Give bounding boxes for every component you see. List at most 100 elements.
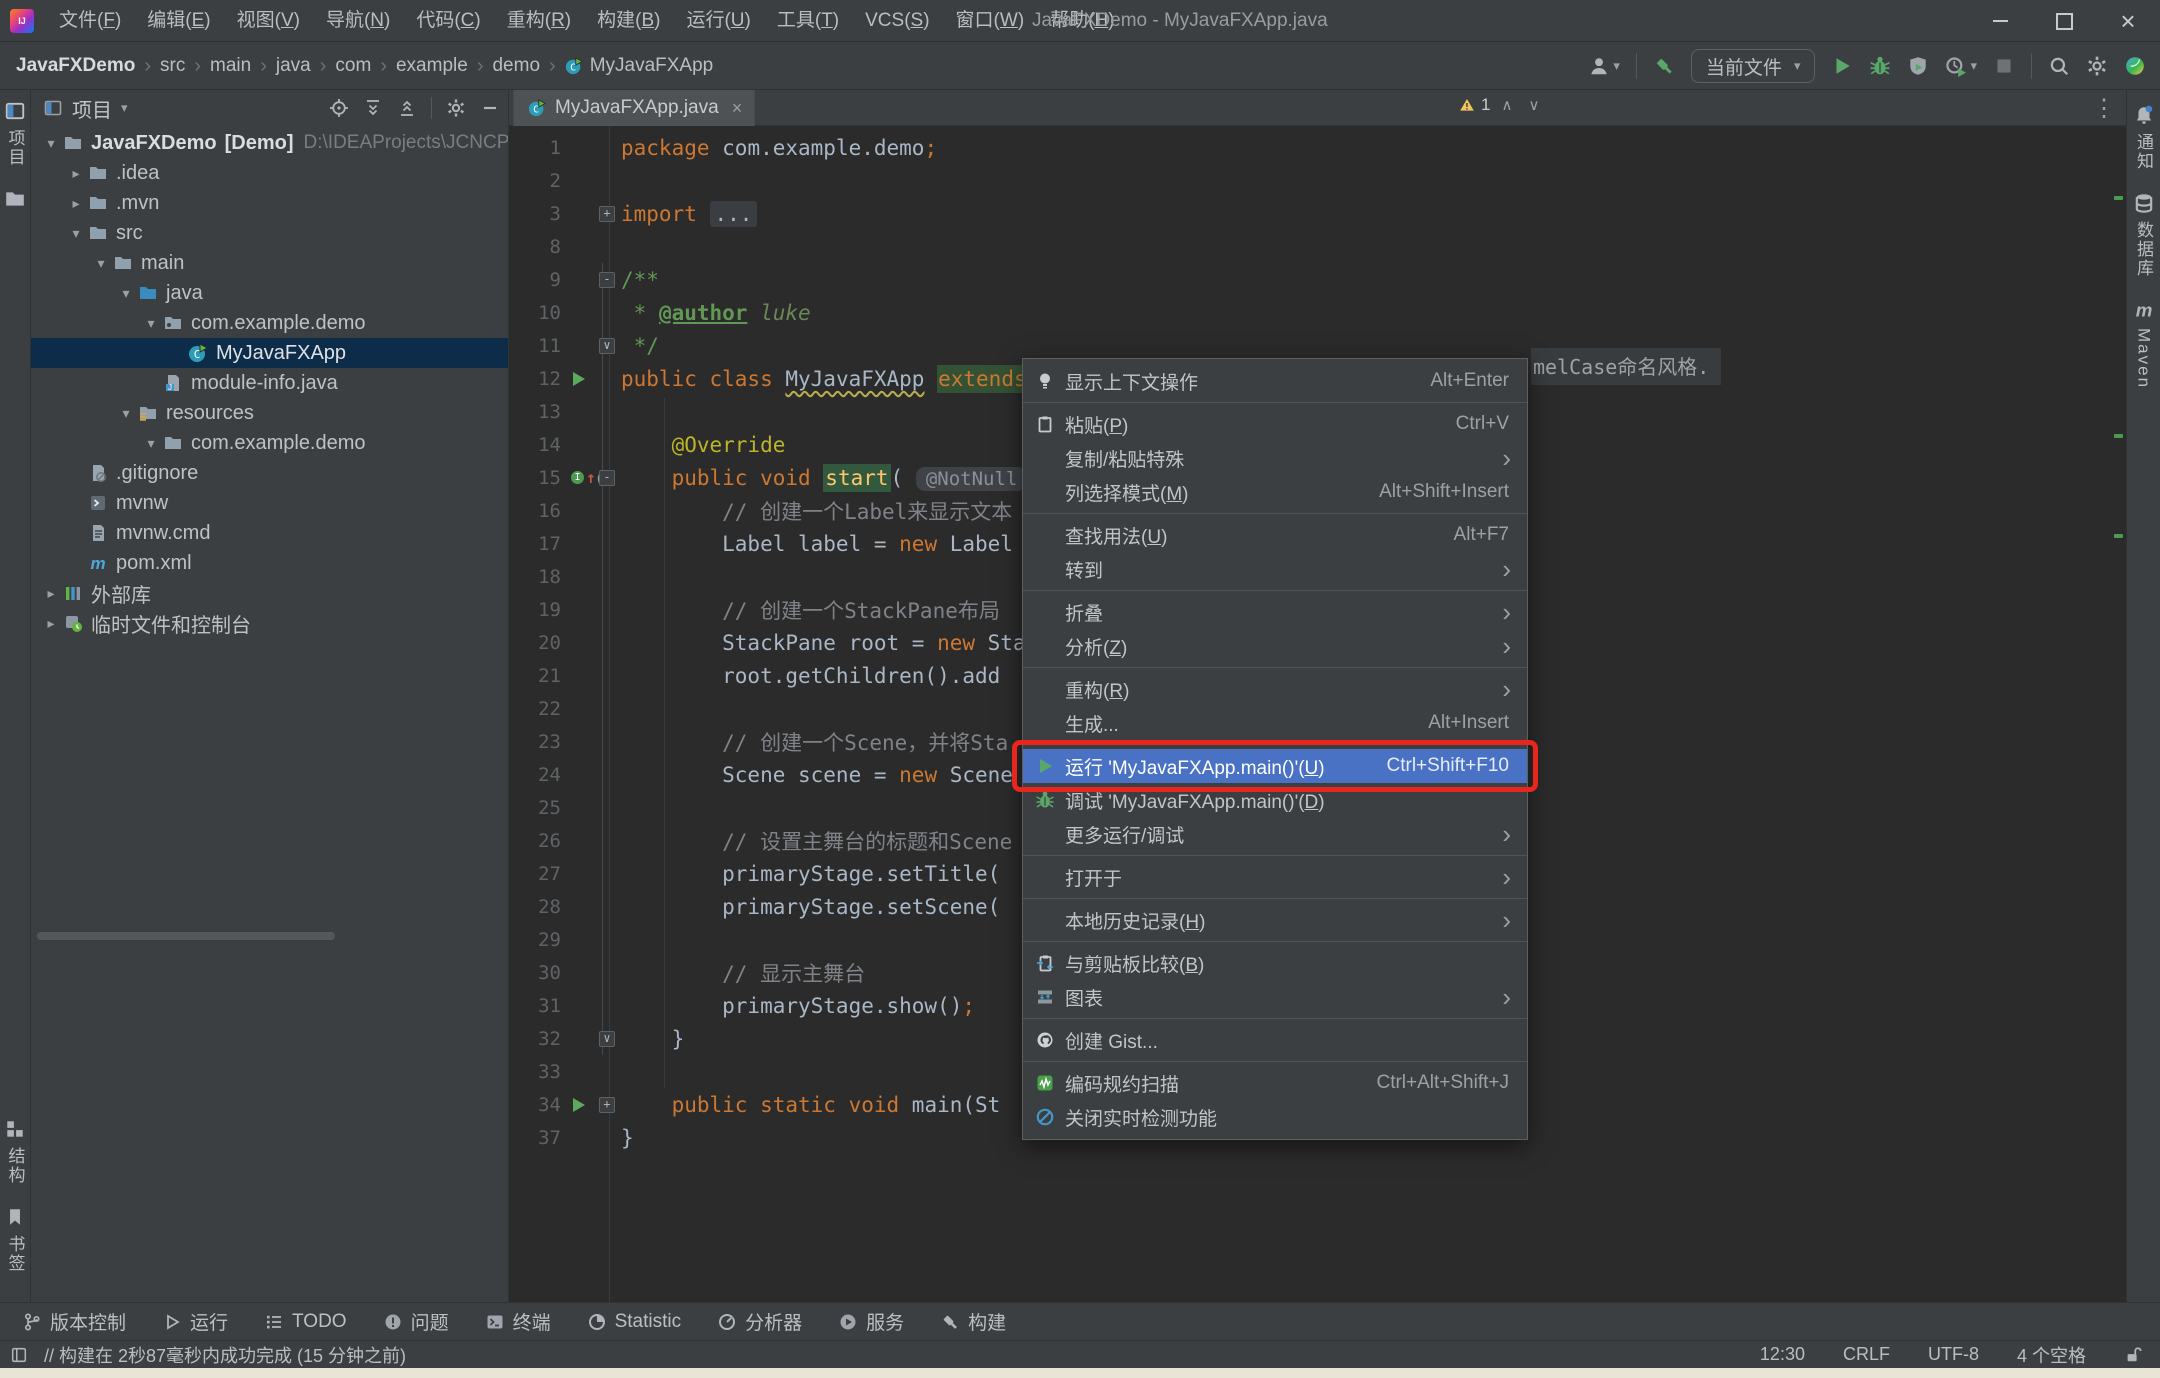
tree-item-.mvn[interactable]: ▸.mvn: [31, 188, 508, 218]
project-horizontal-scrollbar[interactable]: [37, 932, 335, 940]
close-button[interactable]: ×: [2096, 0, 2160, 42]
menu-窗口[interactable]: 窗口(W): [943, 0, 1038, 42]
menu-视图[interactable]: 视图(V): [224, 0, 313, 42]
tree-item-.gitignore[interactable]: .gitignore: [31, 458, 508, 488]
menu-文件[interactable]: 文件(F): [46, 0, 134, 42]
status-message[interactable]: // 构建在 2秒87毫秒内成功完成 (15 分钟之前): [44, 1342, 406, 1368]
project-view-selector[interactable]: 项目 ▾: [43, 94, 128, 123]
toolwindow-button-版本控制[interactable]: 版本控制: [22, 1308, 126, 1335]
toolwindow-button-通知[interactable]: 通知: [2131, 104, 2156, 178]
menu-运行[interactable]: 运行(U): [673, 0, 763, 42]
context-menu-item[interactable]: 与剪贴板比较(B): [1023, 946, 1527, 980]
chevron-right-icon[interactable]: ▸: [39, 615, 63, 632]
toolwindow-switcher-icon[interactable]: [10, 1346, 28, 1364]
chevron-down-icon[interactable]: ▾: [89, 255, 113, 272]
toolwindow-button-TODO[interactable]: TODO: [264, 1311, 347, 1333]
chevron-down-icon[interactable]: ▾: [139, 315, 163, 332]
tree-item-module-info.java[interactable]: Jmodule-info.java: [31, 368, 508, 398]
context-menu-item[interactable]: 复制/粘贴特殊›: [1023, 441, 1527, 475]
breadcrumb-item[interactable]: com: [335, 55, 371, 77]
menu-工具[interactable]: 工具(T): [764, 0, 852, 42]
chevron-down-icon[interactable]: ▾: [114, 405, 138, 422]
tree-item-pom.xml[interactable]: mpom.xml: [31, 548, 508, 578]
collapse-all-icon[interactable]: [397, 98, 417, 118]
fold-marker[interactable]: ∨: [599, 1031, 615, 1047]
caret-position[interactable]: 12:30: [1760, 1344, 1805, 1365]
context-menu-item[interactable]: 图表›: [1023, 980, 1527, 1014]
menu-重构[interactable]: 重构(R): [494, 0, 584, 42]
toolwindow-button-项目[interactable]: 项目: [3, 100, 28, 174]
fold-marker[interactable]: -: [599, 470, 615, 486]
implements-gutter-icon[interactable]: ↑: [586, 470, 596, 486]
inspections-widget[interactable]: 1 ∧ ∨: [1459, 95, 1544, 115]
stop-button[interactable]: [1993, 55, 2015, 77]
tree-item-MyJavaFXApp[interactable]: CMyJavaFXApp: [31, 338, 508, 368]
chevron-down-icon[interactable]: ▾: [139, 435, 163, 452]
toolwindow-button-Maven[interactable]: mMaven: [2133, 299, 2155, 396]
menu-编辑[interactable]: 编辑(E): [134, 0, 223, 42]
breadcrumb-leaf[interactable]: CMyJavaFXApp: [565, 55, 714, 77]
chevron-down-icon[interactable]: ▾: [64, 225, 88, 242]
tree-item-com.example.demo[interactable]: ▾com.example.demo: [31, 308, 508, 338]
tree-item-.idea[interactable]: ▸.idea: [31, 158, 508, 188]
tree-item-外部库[interactable]: ▸外部库: [31, 578, 508, 608]
settings-button[interactable]: [2086, 55, 2108, 77]
context-menu-item[interactable]: 显示上下文操作Alt+Enter: [1023, 364, 1527, 398]
context-menu-item[interactable]: 本地历史记录(H)›: [1023, 903, 1527, 937]
indent-setting[interactable]: 4 个空格: [2017, 1342, 2086, 1368]
run-gutter-icon[interactable]: [573, 1098, 585, 1112]
run-gutter-icon[interactable]: [573, 372, 585, 386]
tree-item-java[interactable]: ▾java: [31, 278, 508, 308]
menu-构建[interactable]: 构建(B): [584, 0, 673, 42]
locate-icon[interactable]: [329, 98, 349, 118]
file-encoding[interactable]: UTF-8: [1928, 1344, 1979, 1365]
run-button[interactable]: [1831, 55, 1853, 77]
context-menu-item[interactable]: 列选择模式(M)Alt+Shift+Insert: [1023, 475, 1527, 509]
toolwindow-button-问题[interactable]: 问题: [383, 1308, 449, 1335]
context-menu-item[interactable]: 粘贴(P)Ctrl+V: [1023, 407, 1527, 441]
context-menu-item[interactable]: 查找用法(U)Alt+F7: [1023, 518, 1527, 552]
context-menu-item[interactable]: 折叠›: [1023, 595, 1527, 629]
breadcrumb-item[interactable]: JavaFXDemo: [16, 55, 135, 77]
tree-item-mvnw[interactable]: mvnw: [31, 488, 508, 518]
toolwindow-button-数据库[interactable]: 数据库: [2131, 192, 2156, 285]
toolwindow-button-书签[interactable]: 书签: [3, 1206, 28, 1280]
fold-marker[interactable]: -: [599, 272, 615, 288]
breadcrumb-item[interactable]: demo: [492, 55, 540, 77]
chevron-down-icon[interactable]: ▾: [39, 135, 63, 152]
context-menu-item[interactable]: 运行 'MyJavaFXApp.main()'(U)Ctrl+Shift+F10: [1023, 749, 1527, 783]
hide-icon[interactable]: [480, 98, 500, 118]
unlock-icon[interactable]: [2124, 1346, 2142, 1364]
menu-代码[interactable]: 代码(C): [403, 0, 493, 42]
coverage-button[interactable]: ▾: [1945, 55, 1977, 77]
build-hammer-button[interactable]: [1653, 55, 1675, 77]
chevron-down-icon[interactable]: ▾: [114, 285, 138, 302]
run-configuration-combo[interactable]: 当前文件▾: [1691, 49, 1816, 83]
context-menu-item[interactable]: 调试 'MyJavaFXApp.main()'(D): [1023, 783, 1527, 817]
toolwindow-button-commit-toolwindow-icon[interactable]: [4, 188, 26, 210]
tree-item-JavaFXDemo[interactable]: ▾JavaFXDemo[Demo]D:\IDEAProjects\JCNCPro…: [31, 128, 508, 158]
settings-icon[interactable]: [446, 98, 466, 118]
toolwindow-button-运行[interactable]: 运行: [162, 1308, 228, 1335]
tree-item-com.example.demo[interactable]: ▾com.example.demo: [31, 428, 508, 458]
chevron-right-icon[interactable]: ▸: [64, 195, 88, 212]
toolwindow-button-服务[interactable]: 服务: [838, 1308, 904, 1335]
context-menu-item[interactable]: 分析(Z)›: [1023, 629, 1527, 663]
breadcrumb-item[interactable]: main: [210, 55, 251, 77]
tree-item-resources[interactable]: ▾resources: [31, 398, 508, 428]
toolwindow-button-构建[interactable]: 构建: [940, 1308, 1006, 1335]
context-menu-item[interactable]: 关闭实时检测功能: [1023, 1100, 1527, 1134]
toolwindow-button-终端[interactable]: 终端: [485, 1308, 551, 1335]
prev-warning-icon[interactable]: ∧: [1496, 96, 1517, 114]
expand-all-icon[interactable]: [363, 98, 383, 118]
context-menu-item[interactable]: 编码规约扫描Ctrl+Alt+Shift+J: [1023, 1066, 1527, 1100]
next-warning-icon[interactable]: ∨: [1523, 96, 1544, 114]
breadcrumb-item[interactable]: java: [276, 55, 311, 77]
toolwindow-button-结构[interactable]: 结构: [3, 1118, 28, 1192]
tab-myjavafxapp[interactable]: C MyJavaFXApp.java ×: [513, 90, 755, 126]
context-menu-item[interactable]: 转到›: [1023, 552, 1527, 586]
chevron-right-icon[interactable]: ▸: [64, 165, 88, 182]
menu-导航[interactable]: 导航(N): [313, 0, 403, 42]
debug-button[interactable]: [1869, 55, 1891, 77]
toolwindow-button-分析器[interactable]: 分析器: [717, 1308, 802, 1335]
